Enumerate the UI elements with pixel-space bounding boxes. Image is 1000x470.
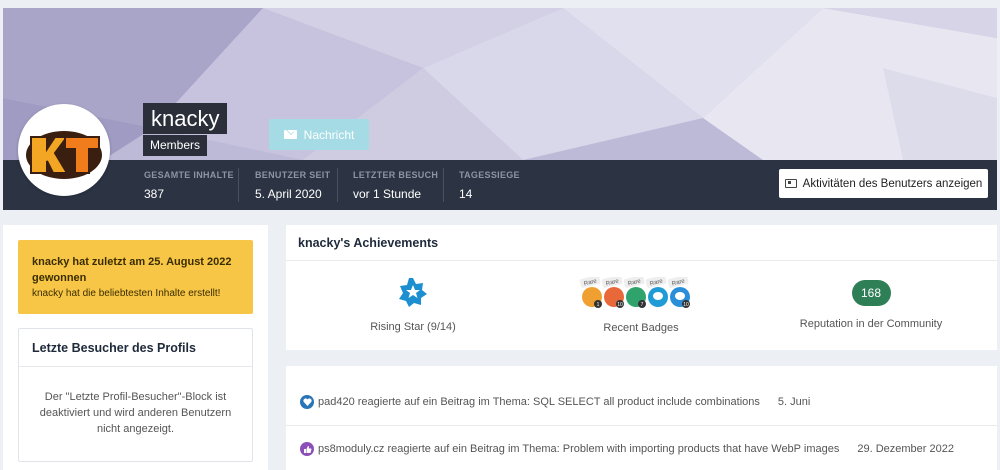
stat-divider [238,168,239,202]
badge-icon: Rare 10 [601,275,624,308]
stat-value: 5. April 2020 [255,187,322,201]
svg-text:10: 10 [683,302,689,308]
stat-label: TAGESSIEGE [459,170,520,180]
winner-subtitle: knacky hat die beliebtesten Inhalte erst… [32,288,221,299]
svg-text:1: 1 [597,302,600,308]
feed-date: 5. Juni [777,396,811,408]
badge-icon: Rare [645,275,668,307]
feed-date: 29. Dezember 2022 [857,443,954,455]
achievements-title: knacky's Achievements [286,225,997,261]
feed-text: ps8moduly.cz reagierte auf ein Beitrag i… [318,443,840,455]
svg-text:10: 10 [617,302,623,308]
stat-label: BENUTZER SEIT [255,170,331,180]
view-activity-button[interactable]: Aktivitäten des Benutzers anzeigen [779,169,988,198]
achievements-panel: knacky's Achievements Rising Star (9/14)… [286,225,997,350]
recent-visitors-message: Der "Letzte Profil-Besucher"-Block ist d… [39,391,232,435]
day-winner-notice: knacky hat zuletzt am 25. August 2022 ge… [18,240,253,314]
recent-visitors-block: Letzte Besucher des Profils Der "Letzte … [18,328,253,462]
stat-label: LETZTER BESUCH [353,170,439,180]
rank-item[interactable]: Rising Star (9/14) [363,277,463,333]
reputation-item[interactable]: 168 Reputation in der Community [791,277,951,330]
badge-icons: Rare 1 Rare 10 Rare 7 Rare Rare 10 [579,275,690,308]
stat-content-count: GESAMTE INHALTE 387 [144,170,234,204]
rank-label: Rising Star (9/14) [370,321,456,333]
envelope-icon [283,130,297,139]
recent-badges-item[interactable]: Rare 1 Rare 10 Rare 7 Rare Rare 10 Recen… [576,275,706,334]
stat-day-wins: TAGESSIEGE 14 [459,170,520,204]
winner-title: knacky hat zuletzt am 25. August 2022 ge… [32,256,232,284]
stat-value: 387 [144,187,165,201]
stat-value: 14 [459,187,473,201]
feed-divider [286,425,997,426]
view-activity-label: Aktivitäten des Benutzers anzeigen [802,177,983,190]
activity-icon [784,179,797,188]
feed-text: pad420 reagierte auf ein Beitrag im Them… [318,396,760,408]
badge-icon: Rare 10 [667,275,690,308]
message-button[interactable]: Nachricht [269,119,369,150]
message-button-label: Nachricht [303,127,355,142]
recent-visitors-title: Letzte Besucher des Profils [19,329,252,367]
recent-badges-label: Recent Badges [603,322,679,334]
badge-icon: Rare 7 [623,275,646,308]
stat-divider [443,168,444,202]
svg-text:7: 7 [641,302,644,308]
username: knacky [143,103,228,134]
stat-last-visit: LETZTER BESUCH vor 1 Stunde [353,170,438,204]
activity-feed: pad420 reagierte auf ein Beitrag im Them… [286,366,997,470]
stat-joined: BENUTZER SEIT 5. April 2020 [255,170,330,204]
reputation-badge: 168 [851,280,891,306]
user-group: Members [143,135,208,156]
stat-label: GESAMTE INHALTE [144,170,234,180]
feed-item[interactable]: ps8moduly.cz reagierte auf ein Beitrag i… [300,439,954,459]
feed-item[interactable]: pad420 reagierte auf ein Beitrag im Them… [300,392,810,412]
rank-star-icon [399,278,427,307]
stat-divider [337,168,338,202]
heart-icon [300,395,314,409]
thumbs-up-icon [300,442,314,456]
badge-icon: Rare 1 [579,275,602,308]
avatar[interactable] [18,104,110,196]
stat-value: vor 1 Stunde [353,187,422,201]
reputation-label: Reputation in der Community [799,318,943,330]
